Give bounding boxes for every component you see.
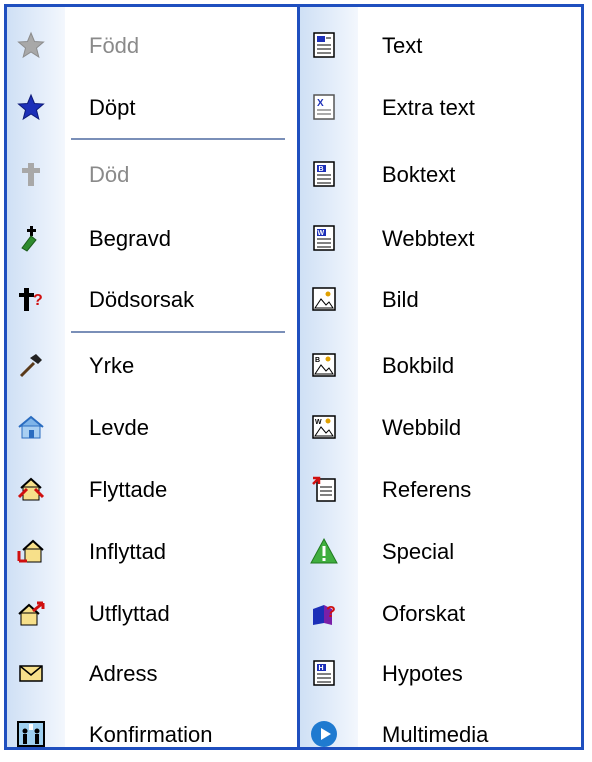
menu-item-bokbild[interactable]: B Bokbild <box>300 335 581 393</box>
menu-item-label: Boktext <box>382 162 456 187</box>
menu-item-webbtext[interactable]: W Webbtext <box>300 208 581 266</box>
book-picture-icon: B <box>310 351 338 379</box>
unresearched-icon: ? <box>310 599 338 627</box>
menu-item-label: Webbtext <box>382 226 475 251</box>
menu-item-label: Begravd <box>89 226 171 251</box>
menu-item-extra-text[interactable]: X Extra text <box>300 77 581 135</box>
menu-item-yrke[interactable]: Yrke <box>7 335 297 393</box>
menu-item-label: Oforskat <box>382 601 466 626</box>
picture-icon <box>310 285 338 313</box>
menu-item-label: Döpt <box>89 95 136 120</box>
menu-item-label: Text <box>382 33 423 58</box>
svg-text:W: W <box>318 230 325 237</box>
menu-item-adress[interactable]: Adress <box>7 643 297 701</box>
star-blue-icon <box>17 93 45 121</box>
menu-item-label: Dödsorsak <box>89 287 195 312</box>
svg-text:W: W <box>315 419 322 426</box>
menu-item-multimedia[interactable]: Multimedia <box>300 704 581 762</box>
menu-item-label: Bokbild <box>382 353 455 378</box>
menu-item-label: Inflyttad <box>89 539 167 564</box>
menu-item-label: Hypotes <box>382 661 463 686</box>
menu-item-bild[interactable]: Bild <box>300 269 581 327</box>
menu-item-levde[interactable]: Levde <box>7 397 297 455</box>
cross-question-icon: ? <box>17 285 45 313</box>
menu-item-special[interactable]: Special <box>300 521 581 579</box>
menu-item-dod[interactable]: Död <box>7 144 297 202</box>
house-in-icon <box>17 537 45 565</box>
warning-triangle-icon <box>310 537 338 565</box>
book-text-icon: B <box>310 160 338 188</box>
svg-text:B: B <box>319 166 324 173</box>
svg-text:X: X <box>317 98 324 109</box>
menu-separator <box>71 331 285 333</box>
menu-item-begravd[interactable]: Begravd <box>7 208 297 266</box>
reference-icon <box>310 475 338 503</box>
menu-item-label: Multimedia <box>382 722 489 747</box>
menu-item-label: Yrke <box>89 353 135 378</box>
envelope-icon <box>17 659 45 687</box>
menu-item-label: Död <box>89 162 130 187</box>
menu-item-konfirmation[interactable]: Konfirmation <box>7 704 297 762</box>
hypothesis-icon: H <box>310 659 338 687</box>
menu-item-label: Webbild <box>382 415 462 440</box>
menu-item-hypotes[interactable]: H Hypotes <box>300 643 581 701</box>
menu-item-utflyttad[interactable]: Utflyttad <box>7 583 297 641</box>
web-picture-icon: W <box>310 413 338 441</box>
right-menu-column: Text X Extra text B Boktext W Webbtext B… <box>300 7 581 747</box>
svg-text:?: ? <box>326 604 336 621</box>
star-gray-icon <box>17 31 45 59</box>
menu-item-fodd[interactable]: Född <box>7 15 297 73</box>
hammer-icon <box>17 351 45 379</box>
menu-item-label: Flyttade <box>89 477 168 502</box>
web-text-icon: W <box>310 224 338 252</box>
menu-item-label: Referens <box>382 477 472 502</box>
house-out-icon <box>17 599 45 627</box>
play-circle-icon <box>310 720 338 748</box>
menu-item-text[interactable]: Text <box>300 15 581 73</box>
cross-gray-icon <box>17 160 45 188</box>
menu-item-label: Född <box>89 33 140 58</box>
menu-item-label: Bild <box>382 287 419 312</box>
menu-item-dopt[interactable]: Döpt <box>7 77 297 135</box>
menu-item-label: Utflyttad <box>89 601 170 626</box>
menu-item-label: Extra text <box>382 95 475 120</box>
menu-item-label: Adress <box>89 661 158 686</box>
menu-item-inflyttad[interactable]: Inflyttad <box>7 521 297 579</box>
left-menu-column: Född Döpt Död Begravd ? Dödsorsak Yrke L… <box>7 7 297 747</box>
menu-separator <box>71 138 285 140</box>
svg-text:?: ? <box>33 292 43 309</box>
svg-text:H: H <box>319 665 324 672</box>
menu-item-label: Levde <box>89 415 149 440</box>
menu-item-oforskat[interactable]: ? Oforskat <box>300 583 581 641</box>
menu-item-flyttade[interactable]: Flyttade <box>7 459 297 517</box>
menu-item-label: Special <box>382 539 455 564</box>
menu-item-label: Konfirmation <box>89 722 213 747</box>
house-blue-icon <box>17 413 45 441</box>
extra-text-icon: X <box>310 93 338 121</box>
context-menu: Född Döpt Död Begravd ? Dödsorsak Yrke L… <box>4 4 584 750</box>
svg-text:B: B <box>315 357 320 364</box>
menu-item-referens[interactable]: Referens <box>300 459 581 517</box>
menu-item-boktext[interactable]: B Boktext <box>300 144 581 202</box>
menu-item-dodsorsak[interactable]: ? Dödsorsak <box>7 269 297 327</box>
menu-item-webbild[interactable]: W Webbild <box>300 397 581 455</box>
house-move-icon <box>17 475 45 503</box>
text-doc-icon <box>310 31 338 59</box>
burial-icon <box>17 224 45 252</box>
confirmation-icon <box>17 720 45 748</box>
